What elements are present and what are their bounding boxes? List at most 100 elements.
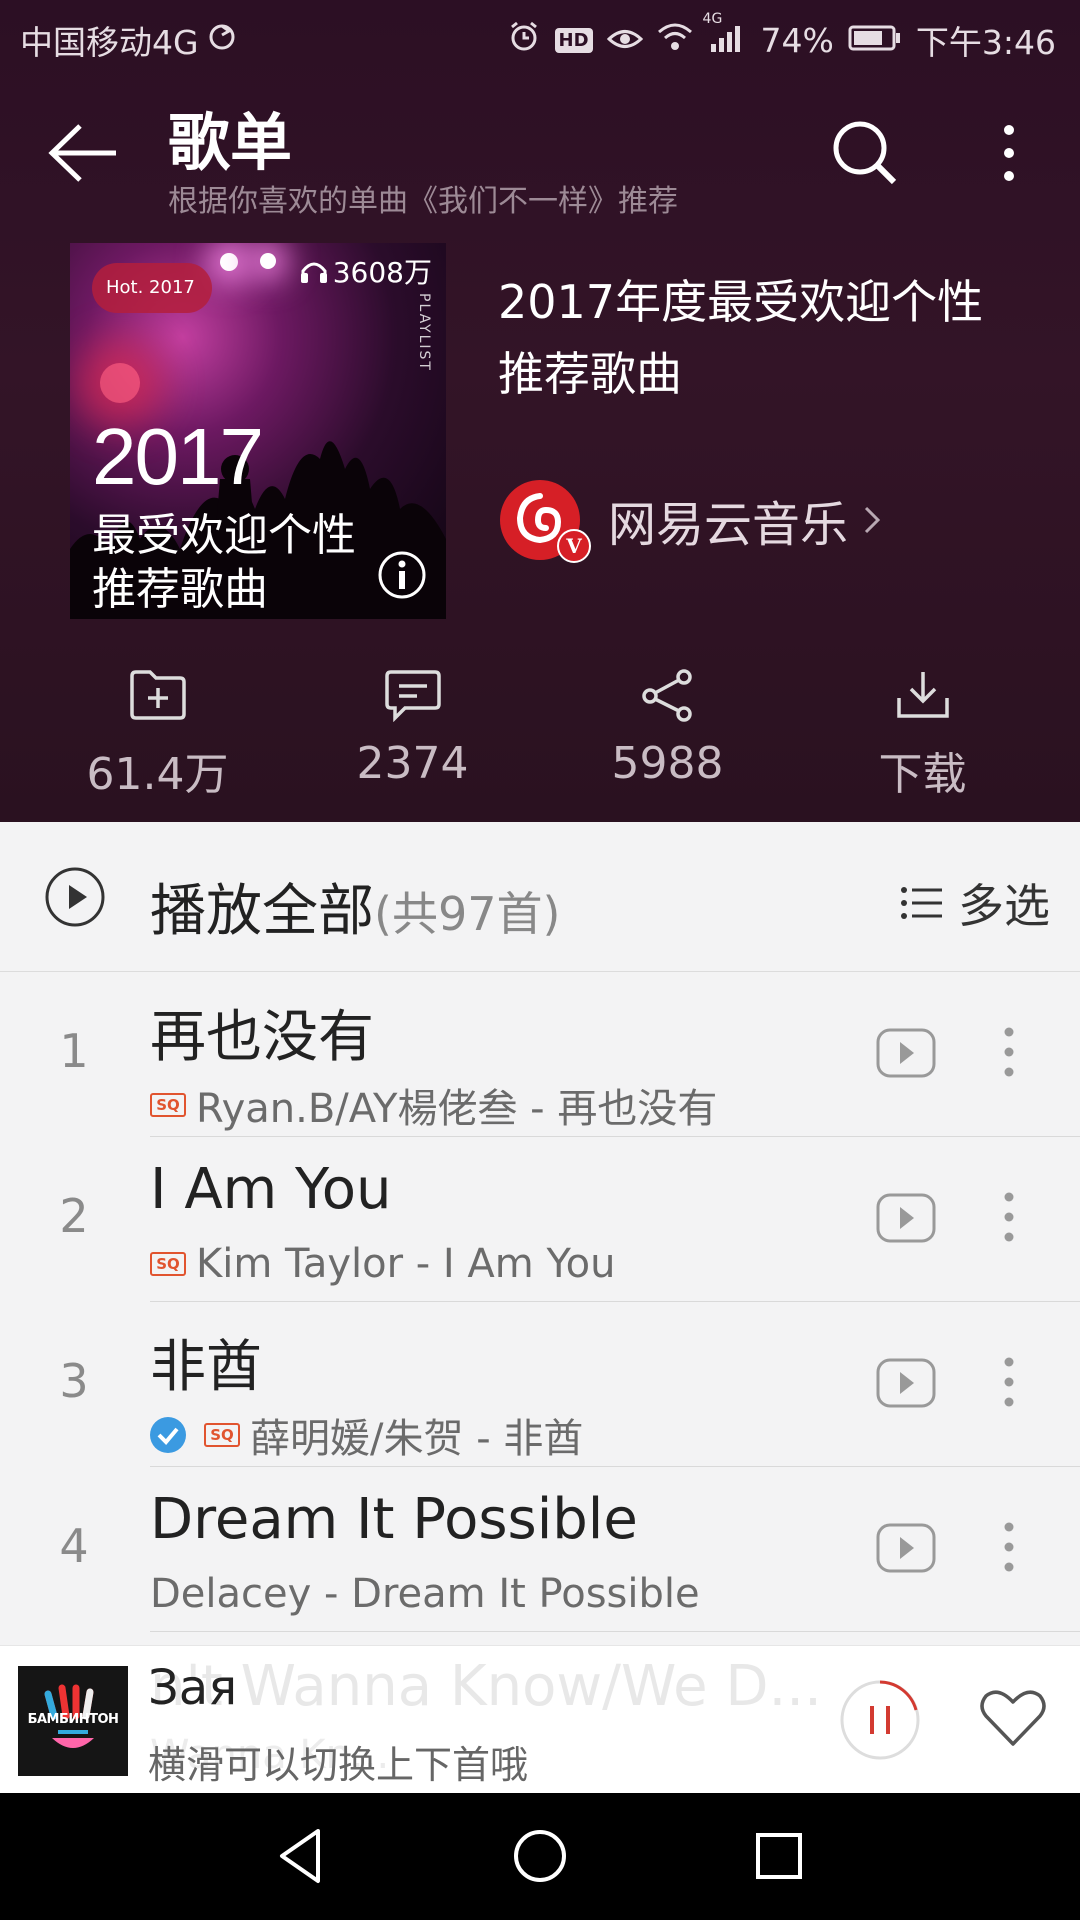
top-bar: 歌单 根据你喜欢的单曲《我们不一样》推荐	[0, 90, 1080, 220]
heart-icon[interactable]	[978, 1686, 1048, 1750]
cover-play-count: 3608万	[299, 251, 432, 291]
download-label: 下载	[878, 749, 967, 800]
action-row: 61.4万 2374 5988 下载	[0, 668, 1080, 808]
mv-play-icon[interactable]	[876, 1193, 936, 1243]
song-subtitle: Delacey - Dream It Possible	[150, 1571, 700, 1617]
creator-link[interactable]: V 网易云音乐	[500, 480, 882, 563]
song-title: I Am You	[150, 1157, 392, 1222]
mini-player-cover: БАМБИНТОН	[18, 1666, 128, 1776]
search-icon	[833, 121, 897, 185]
more-vert-icon	[1004, 125, 1014, 181]
page-title: 歌单	[168, 106, 293, 179]
headphones-icon	[300, 262, 327, 283]
nav-recents-icon[interactable]	[746, 1823, 812, 1889]
comment-icon	[384, 670, 441, 722]
playlist-header: 中国移动4G HD 4G 74% 下午3:46 歌单 根据你喜欢的单曲《我们不一…	[0, 0, 1080, 822]
song-index: 2	[59, 1189, 89, 1243]
page-subtitle: 根据你喜欢的单曲《我们不一样》推荐	[168, 184, 678, 219]
play-count-label: 3608万	[332, 256, 432, 289]
song-more-icon[interactable]	[994, 1352, 1024, 1412]
play-all-bar[interactable]: 播放全部(共97首) 多选	[0, 822, 1080, 972]
song-title: 非酋	[150, 1335, 262, 1400]
song-title: Dream It Possible	[150, 1487, 638, 1552]
multi-select-label: 多选	[958, 879, 1050, 933]
status-bar: 中国移动4G HD 4G 74% 下午3:46	[0, 0, 1080, 76]
mini-player-hint: 横滑可以切换上下首哦	[148, 1743, 529, 1787]
carrier-label: 中国移动4G	[20, 23, 199, 62]
cover-hot-tag: Hot. 2017	[92, 263, 212, 313]
netease-logo-icon: V	[500, 480, 591, 563]
downloaded-check-icon	[150, 1417, 186, 1453]
hd-icon: HD	[554, 27, 593, 53]
add-folder-icon	[129, 670, 186, 720]
mini-player-title: Зая	[148, 1660, 238, 1716]
song-index: 3	[59, 1354, 89, 1408]
pause-button[interactable]	[838, 1678, 922, 1762]
play-all-label: 播放全部(共97首)	[150, 866, 560, 947]
song-subtitle: SQ Ryan.B/AY楊佬叁 - 再也没有	[150, 1076, 717, 1134]
cover-line2: 推荐歌曲	[92, 564, 268, 615]
wifi-icon	[657, 21, 693, 60]
play-all-text: 播放全部	[150, 879, 374, 944]
alarm-icon	[507, 19, 541, 61]
mini-player[interactable]: n't Wanna Know/We D... Wanna Kn... БАМБИ…	[0, 1645, 1080, 1793]
more-options-button[interactable]	[986, 118, 1032, 188]
nav-home-icon[interactable]	[507, 1823, 573, 1889]
next-song-ghost-title: n't Wanna Know/We D...	[150, 1654, 822, 1719]
sq-badge-icon: SQ	[204, 1423, 240, 1447]
comment-button[interactable]: 2374	[285, 668, 540, 808]
song-title: 再也没有	[150, 1005, 374, 1070]
song-row[interactable]: 3 非酋 SQ 薛明媛/朱贺 - 非酋	[0, 1302, 1080, 1467]
song-count: (共97首)	[374, 887, 561, 941]
chevron-right-icon	[864, 506, 881, 534]
song-row[interactable]: 2 I Am You SQ Kim Taylor - I Am You	[0, 1137, 1080, 1302]
signal-icon: 4G	[703, 11, 747, 60]
search-button[interactable]	[830, 118, 900, 188]
battery-percent: 74%	[760, 20, 834, 60]
back-button[interactable]	[46, 120, 122, 186]
sync-icon	[207, 21, 237, 60]
song-index: 4	[59, 1519, 89, 1573]
share-icon	[641, 669, 692, 722]
mv-play-icon[interactable]	[876, 1358, 936, 1408]
song-artist-album: Ryan.B/AY楊佬叁 - 再也没有	[196, 1086, 718, 1132]
song-list: 1 再也没有 SQ Ryan.B/AY楊佬叁 - 再也没有 2 I Am You…	[0, 972, 1080, 1632]
song-more-icon[interactable]	[994, 1517, 1024, 1577]
song-row[interactable]: 4 Dream It Possible Delacey - Dream It P…	[0, 1467, 1080, 1632]
cover-vertical-text: PLAYLIST	[416, 293, 432, 372]
comment-count: 2374	[356, 738, 469, 789]
eye-icon	[606, 21, 643, 60]
download-button[interactable]: 下载	[795, 668, 1050, 808]
sq-badge-icon: SQ	[150, 1252, 186, 1276]
nav-back-icon[interactable]	[270, 1823, 336, 1889]
song-more-icon[interactable]	[994, 1187, 1024, 1247]
system-nav-bar	[0, 1793, 1080, 1920]
song-artist-album: 薛明媛/朱贺 - 非酋	[250, 1416, 584, 1462]
multi-select-button[interactable]: 多选	[900, 870, 1050, 936]
info-icon	[378, 551, 426, 599]
back-arrow-icon	[48, 124, 116, 182]
mv-play-icon[interactable]	[876, 1028, 936, 1078]
share-button[interactable]: 5988	[540, 668, 795, 808]
song-subtitle: SQ 薛明媛/朱贺 - 非酋	[150, 1406, 583, 1464]
album-art-text: БАМБИНТОН	[27, 1712, 119, 1727]
creator-name: 网易云音乐	[608, 497, 849, 553]
sq-badge-icon: SQ	[150, 1093, 186, 1117]
creator-badge: V	[565, 534, 582, 558]
creator-avatar: V	[500, 480, 591, 563]
play-circle-icon	[45, 867, 105, 927]
network-label: 4G	[702, 10, 723, 27]
battery-icon	[848, 21, 902, 60]
song-artist-album: Kim Taylor - I Am You	[196, 1241, 616, 1287]
song-row[interactable]: 1 再也没有 SQ Ryan.B/AY楊佬叁 - 再也没有	[0, 972, 1080, 1137]
playlist-name: 2017年度最受欢迎个性推荐歌曲	[498, 275, 984, 401]
hd-label: HD	[558, 29, 589, 51]
song-artist-album: Delacey - Dream It Possible	[150, 1571, 700, 1617]
song-more-icon[interactable]	[994, 1022, 1024, 1082]
playlist-cover[interactable]: Hot. 2017 3608万 PLAYLIST 2017 最受欢迎个性 推荐歌…	[70, 243, 446, 619]
mv-play-icon[interactable]	[876, 1523, 936, 1573]
collect-button[interactable]: 61.4万	[30, 668, 285, 808]
cover-year: 2017	[92, 412, 264, 501]
divider	[150, 1631, 1080, 1632]
info-button[interactable]	[376, 549, 428, 601]
